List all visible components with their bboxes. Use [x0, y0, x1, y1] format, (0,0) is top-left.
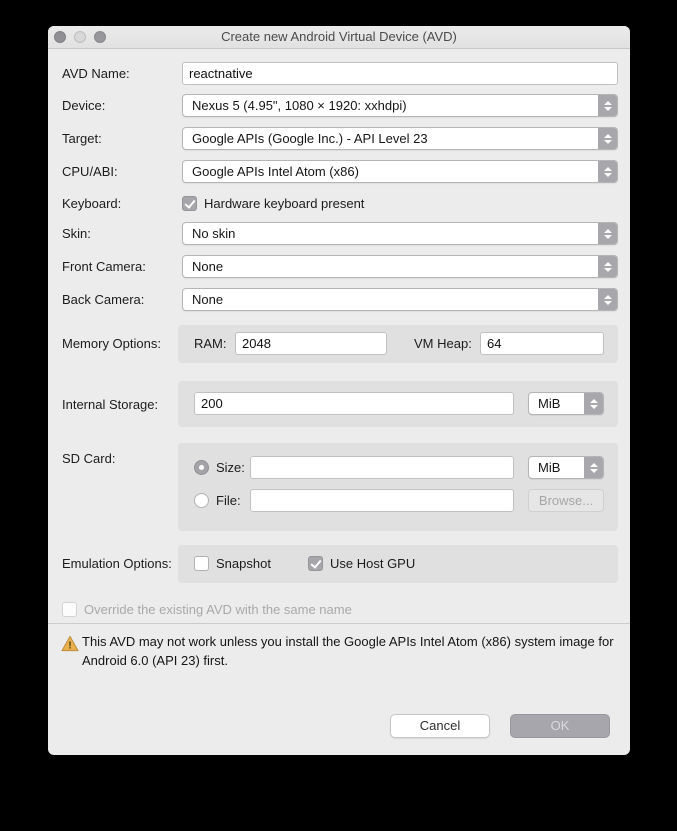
cancel-button[interactable]: Cancel: [390, 714, 490, 738]
divider: [48, 623, 630, 624]
title-bar: Create new Android Virtual Device (AVD): [48, 26, 630, 49]
internal-storage-label: Internal Storage:: [62, 393, 158, 416]
select-arrows-icon[interactable]: [598, 128, 617, 149]
override-checkbox-label: Override the existing AVD with the same …: [84, 602, 352, 617]
target-label: Target:: [62, 127, 102, 150]
sd-size-radio-row: Size:: [194, 456, 245, 479]
internal-storage-unit-select[interactable]: MiB: [528, 392, 604, 415]
cpu-abi-select-value: Google APIs Intel Atom (x86): [192, 161, 359, 182]
window-title: Create new Android Virtual Device (AVD): [48, 26, 630, 48]
sd-size-input[interactable]: [250, 456, 514, 479]
front-camera-select[interactable]: None: [182, 255, 618, 278]
select-arrows-icon[interactable]: [598, 95, 617, 116]
hardware-keyboard-checkbox[interactable]: [182, 196, 197, 211]
browse-button[interactable]: Browse...: [528, 489, 604, 512]
select-arrows-icon[interactable]: [584, 393, 603, 414]
sd-size-unit-value: MiB: [538, 457, 560, 478]
select-arrows-icon[interactable]: [584, 457, 603, 478]
memory-options-panel: RAM: VM Heap:: [178, 325, 618, 363]
internal-storage-panel: MiB: [178, 381, 618, 427]
keyboard-label: Keyboard:: [62, 192, 121, 215]
sd-file-radio-row: File:: [194, 489, 241, 512]
cpu-abi-select[interactable]: Google APIs Intel Atom (x86): [182, 160, 618, 183]
select-arrows-icon[interactable]: [598, 256, 617, 277]
sd-size-unit-select[interactable]: MiB: [528, 456, 604, 479]
front-camera-select-value: None: [192, 256, 223, 277]
internal-storage-unit-value: MiB: [538, 393, 560, 414]
snapshot-checkbox-row: Snapshot: [194, 552, 271, 575]
cpu-abi-label: CPU/ABI:: [62, 160, 118, 183]
avd-name-input[interactable]: [182, 62, 618, 85]
select-arrows-icon[interactable]: [598, 161, 617, 182]
device-select-value: Nexus 5 (4.95", 1080 × 1920: xxhdpi): [192, 95, 407, 116]
emulation-options-label: Emulation Options:: [62, 552, 172, 575]
use-host-gpu-checkbox-row: Use Host GPU: [308, 552, 415, 575]
sd-card-panel: Size: MiB File: Browse...: [178, 443, 618, 531]
svg-text:!: !: [68, 640, 71, 651]
select-arrows-icon[interactable]: [598, 289, 617, 310]
vm-heap-label: VM Heap:: [414, 332, 472, 355]
sd-card-label: SD Card:: [62, 447, 115, 470]
avd-dialog-window: Create new Android Virtual Device (AVD) …: [48, 26, 630, 755]
sd-size-radio-label: Size:: [216, 460, 245, 475]
hardware-keyboard-checkbox-label: Hardware keyboard present: [204, 196, 364, 211]
target-select-value: Google APIs (Google Inc.) - API Level 23: [192, 128, 428, 149]
sd-file-radio-label: File:: [216, 493, 241, 508]
sd-file-input[interactable]: [250, 489, 514, 512]
use-host-gpu-checkbox-label: Use Host GPU: [330, 556, 415, 571]
skin-select[interactable]: No skin: [182, 222, 618, 245]
override-checkbox-row: Override the existing AVD with the same …: [62, 598, 352, 621]
ram-input[interactable]: [235, 332, 387, 355]
internal-storage-input[interactable]: [194, 392, 514, 415]
back-camera-label: Back Camera:: [62, 288, 144, 311]
back-camera-select-value: None: [192, 289, 223, 310]
warning-text: This AVD may not work unless you install…: [82, 632, 624, 670]
memory-options-label: Memory Options:: [62, 332, 161, 355]
sd-size-radio[interactable]: [194, 460, 209, 475]
avd-name-label: AVD Name:: [62, 62, 130, 85]
back-camera-select[interactable]: None: [182, 288, 618, 311]
snapshot-checkbox[interactable]: [194, 556, 209, 571]
vm-heap-input[interactable]: [480, 332, 604, 355]
device-label: Device:: [62, 94, 105, 117]
snapshot-checkbox-label: Snapshot: [216, 556, 271, 571]
front-camera-label: Front Camera:: [62, 255, 146, 278]
skin-select-value: No skin: [192, 223, 235, 244]
select-arrows-icon[interactable]: [598, 223, 617, 244]
skin-label: Skin:: [62, 222, 91, 245]
target-select[interactable]: Google APIs (Google Inc.) - API Level 23: [182, 127, 618, 150]
sd-file-radio[interactable]: [194, 493, 209, 508]
ram-label: RAM:: [194, 332, 227, 355]
emulation-options-panel: Snapshot Use Host GPU: [178, 545, 618, 583]
device-select[interactable]: Nexus 5 (4.95", 1080 × 1920: xxhdpi): [182, 94, 618, 117]
override-checkbox: [62, 602, 77, 617]
hardware-keyboard-checkbox-row: Hardware keyboard present: [182, 192, 364, 215]
warning-icon: !: [61, 635, 79, 652]
use-host-gpu-checkbox[interactable]: [308, 556, 323, 571]
ok-button[interactable]: OK: [510, 714, 610, 738]
